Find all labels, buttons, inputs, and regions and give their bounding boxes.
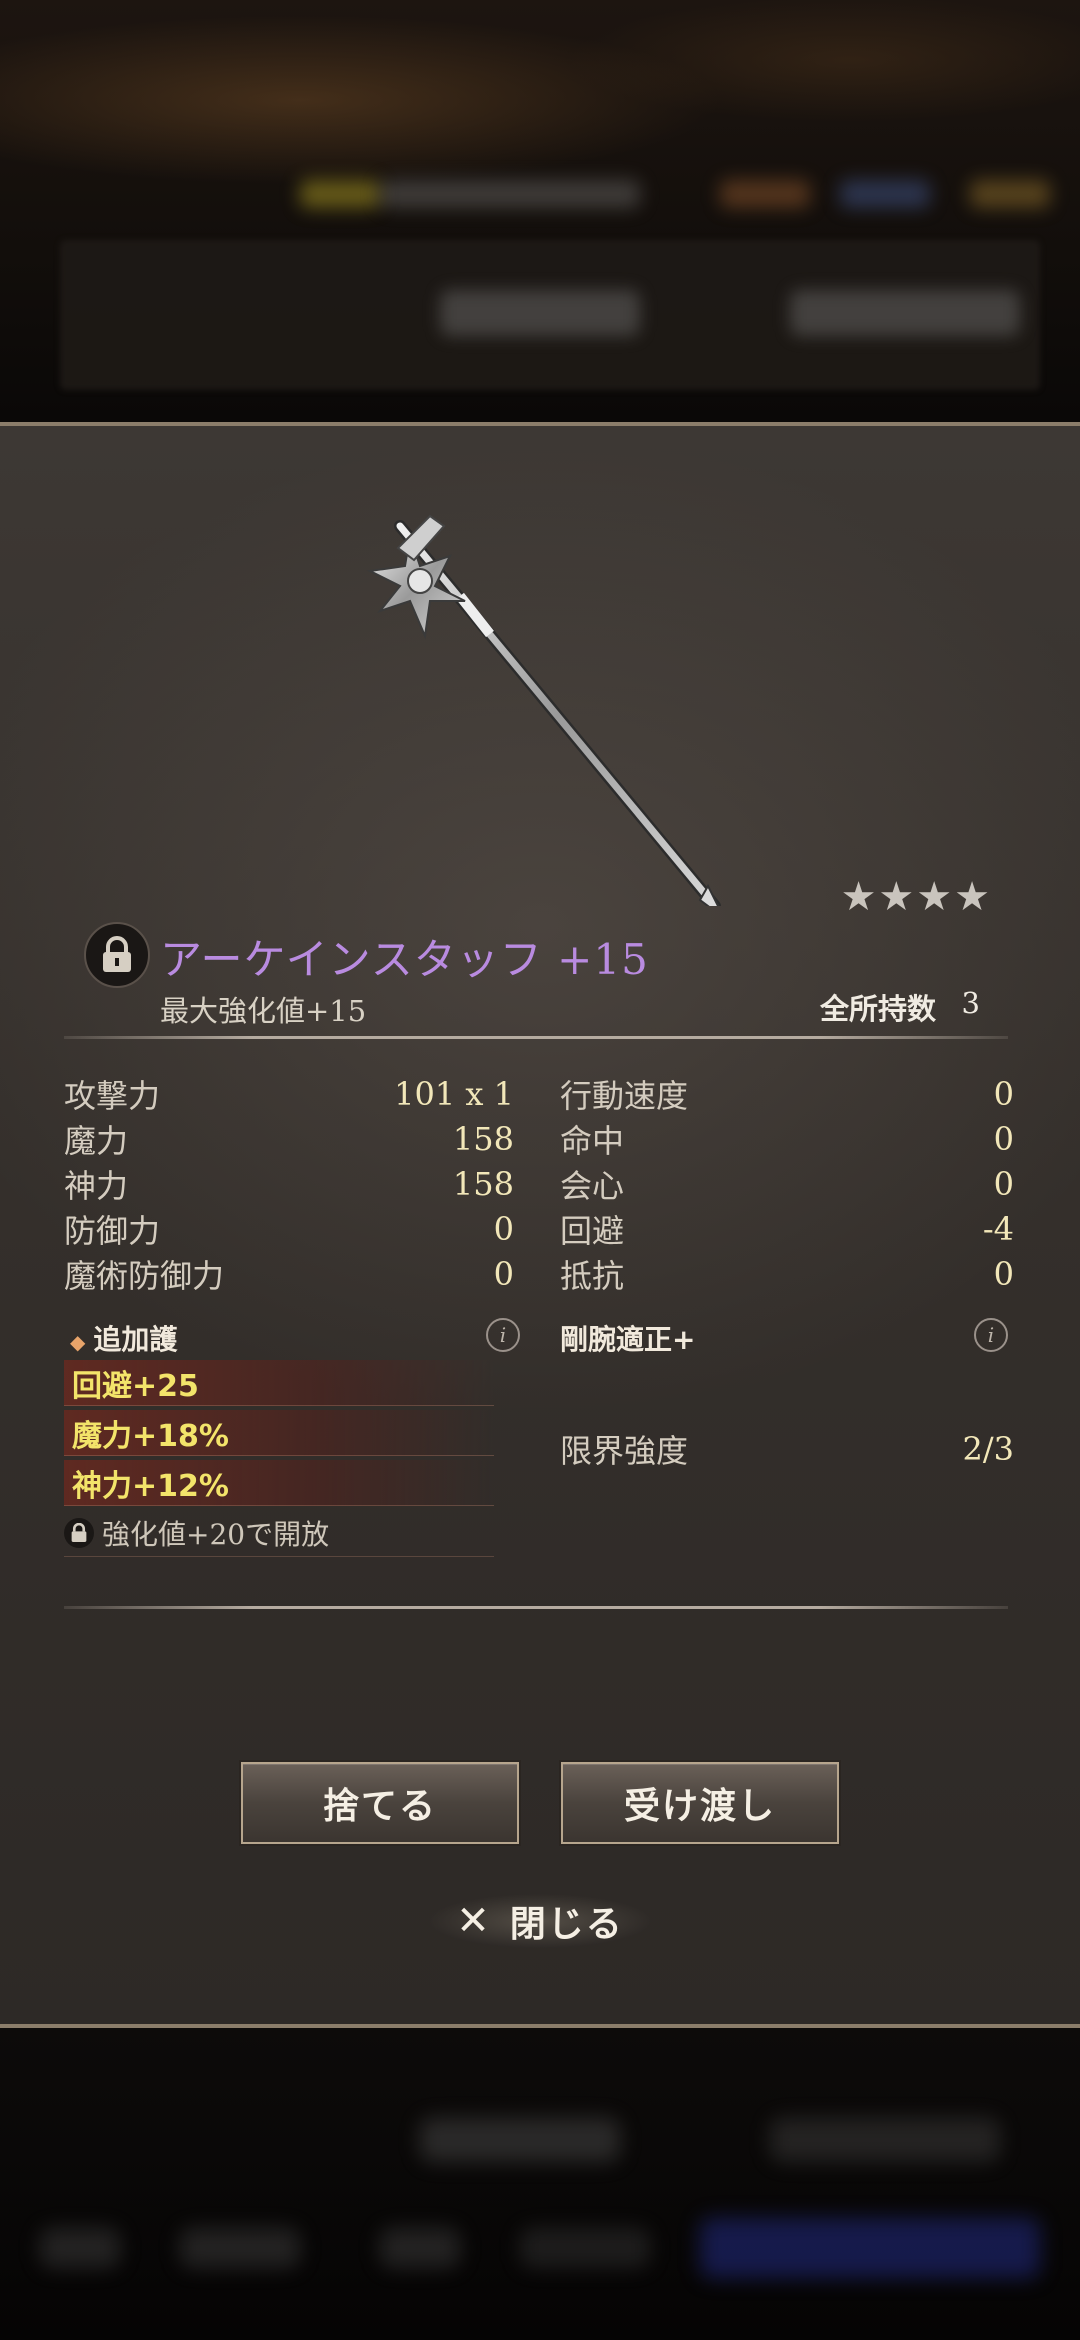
stat-label: 神力 [64, 1167, 129, 1205]
divider [64, 1036, 1008, 1039]
close-icon: ✕ [456, 1898, 492, 1944]
limit-strength-value: 2/3 [962, 1430, 1015, 1468]
owned-count-label: 全所持数 [819, 992, 936, 1026]
stat-value: 101 x 1 [394, 1075, 514, 1113]
stat-value: -4 [982, 1210, 1014, 1248]
stat-row-speed: 行動速度 0 [560, 1072, 1014, 1116]
stat-value: 0 [493, 1255, 514, 1293]
owned-count-value: 3 [961, 986, 980, 1020]
background-top [0, 0, 1080, 422]
diamond-icon: ◆ [70, 1330, 86, 1354]
stat-row-evasion: 回避 -4 [560, 1207, 1014, 1251]
stat-row-attack: 攻撃力 101 x 1 [64, 1072, 514, 1116]
stat-value: 0 [493, 1210, 514, 1248]
stat-label: 攻撃力 [64, 1077, 161, 1115]
locked-bonus-item: 強化値+20で開放 [64, 1510, 494, 1557]
staff-icon [366, 514, 721, 906]
stat-value: 0 [993, 1075, 1014, 1113]
bonus-item: 回避+25 [64, 1360, 494, 1406]
blurred-element [790, 290, 1020, 336]
blurred-element [520, 2228, 650, 2268]
skill-name: 剛腕適正+ [560, 1323, 696, 1356]
lock-icon [103, 936, 131, 972]
stat-label: 行動速度 [560, 1077, 689, 1115]
item-detail-panel: ★★★★ アーケインスタッフ +15 最大強化値+15 全所持数 3 攻撃力 1… [0, 422, 1080, 2028]
stat-label: 会心 [560, 1167, 625, 1205]
stat-label: 魔力 [64, 1122, 129, 1160]
stat-value: 158 [452, 1165, 514, 1203]
discard-button[interactable]: 捨てる [241, 1762, 519, 1844]
blurred-element [380, 2228, 460, 2268]
stat-row-accuracy: 命中 0 [560, 1117, 1014, 1161]
limit-strength-row: 限界強度 2/3 [560, 1426, 1014, 1472]
stat-row-divinity: 神力 158 [64, 1162, 514, 1206]
bonus-item: 魔力+18% [64, 1410, 494, 1456]
blurred-element [840, 180, 930, 208]
blurred-element [300, 180, 380, 208]
stat-value: 158 [452, 1120, 514, 1158]
stat-value: 0 [993, 1165, 1014, 1203]
stat-row-defense: 防御力 0 [64, 1207, 514, 1251]
transfer-button[interactable]: 受け渡し [561, 1762, 839, 1844]
stat-row-magic-defense: 魔術防御力 0 [64, 1252, 514, 1296]
bonus-item: 神力+12% [64, 1460, 494, 1506]
item-name: アーケインスタッフ +15 [160, 935, 649, 984]
close-button[interactable]: ✕ 閉じる [400, 1888, 680, 1954]
blurred-element [720, 180, 810, 208]
info-icon[interactable]: i [974, 1318, 1008, 1352]
blurred-element [380, 180, 640, 208]
stat-value: 0 [993, 1255, 1014, 1293]
blurred-element [40, 2228, 120, 2268]
blurred-element [970, 180, 1050, 208]
max-enhance-text: 最大強化値+15 [160, 994, 367, 1028]
limit-strength-label: 限界強度 [560, 1432, 689, 1470]
stat-value: 0 [993, 1120, 1014, 1158]
locked-bonus-text: 強化値+20で開放 [102, 1518, 330, 1551]
bonus-section-title: ◆ 追加護 [70, 1318, 177, 1358]
blurred-element [180, 2228, 300, 2268]
stat-label: 命中 [560, 1122, 625, 1160]
rarity-stars: ★★★★ [840, 874, 992, 920]
info-icon[interactable]: i [486, 1318, 520, 1352]
blurred-element [700, 2218, 1040, 2278]
lock-toggle-button[interactable] [84, 922, 150, 988]
stat-row-resistance: 抵抗 0 [560, 1252, 1014, 1296]
stat-label: 抵抗 [560, 1257, 625, 1295]
blurred-element [420, 2118, 620, 2162]
stat-label: 防御力 [64, 1212, 161, 1250]
bonus-title-text: 追加護 [93, 1323, 178, 1356]
stat-label: 回避 [560, 1212, 625, 1250]
divider [64, 1606, 1008, 1609]
stat-row-magic: 魔力 158 [64, 1117, 514, 1161]
blurred-element [770, 2118, 1000, 2162]
lock-icon [64, 1518, 94, 1548]
background-bottom [0, 2028, 1080, 2340]
stat-label: 魔術防御力 [64, 1257, 225, 1295]
stat-row-critical: 会心 0 [560, 1162, 1014, 1206]
close-label: 閉じる [509, 1904, 624, 1945]
blurred-element [440, 290, 640, 336]
